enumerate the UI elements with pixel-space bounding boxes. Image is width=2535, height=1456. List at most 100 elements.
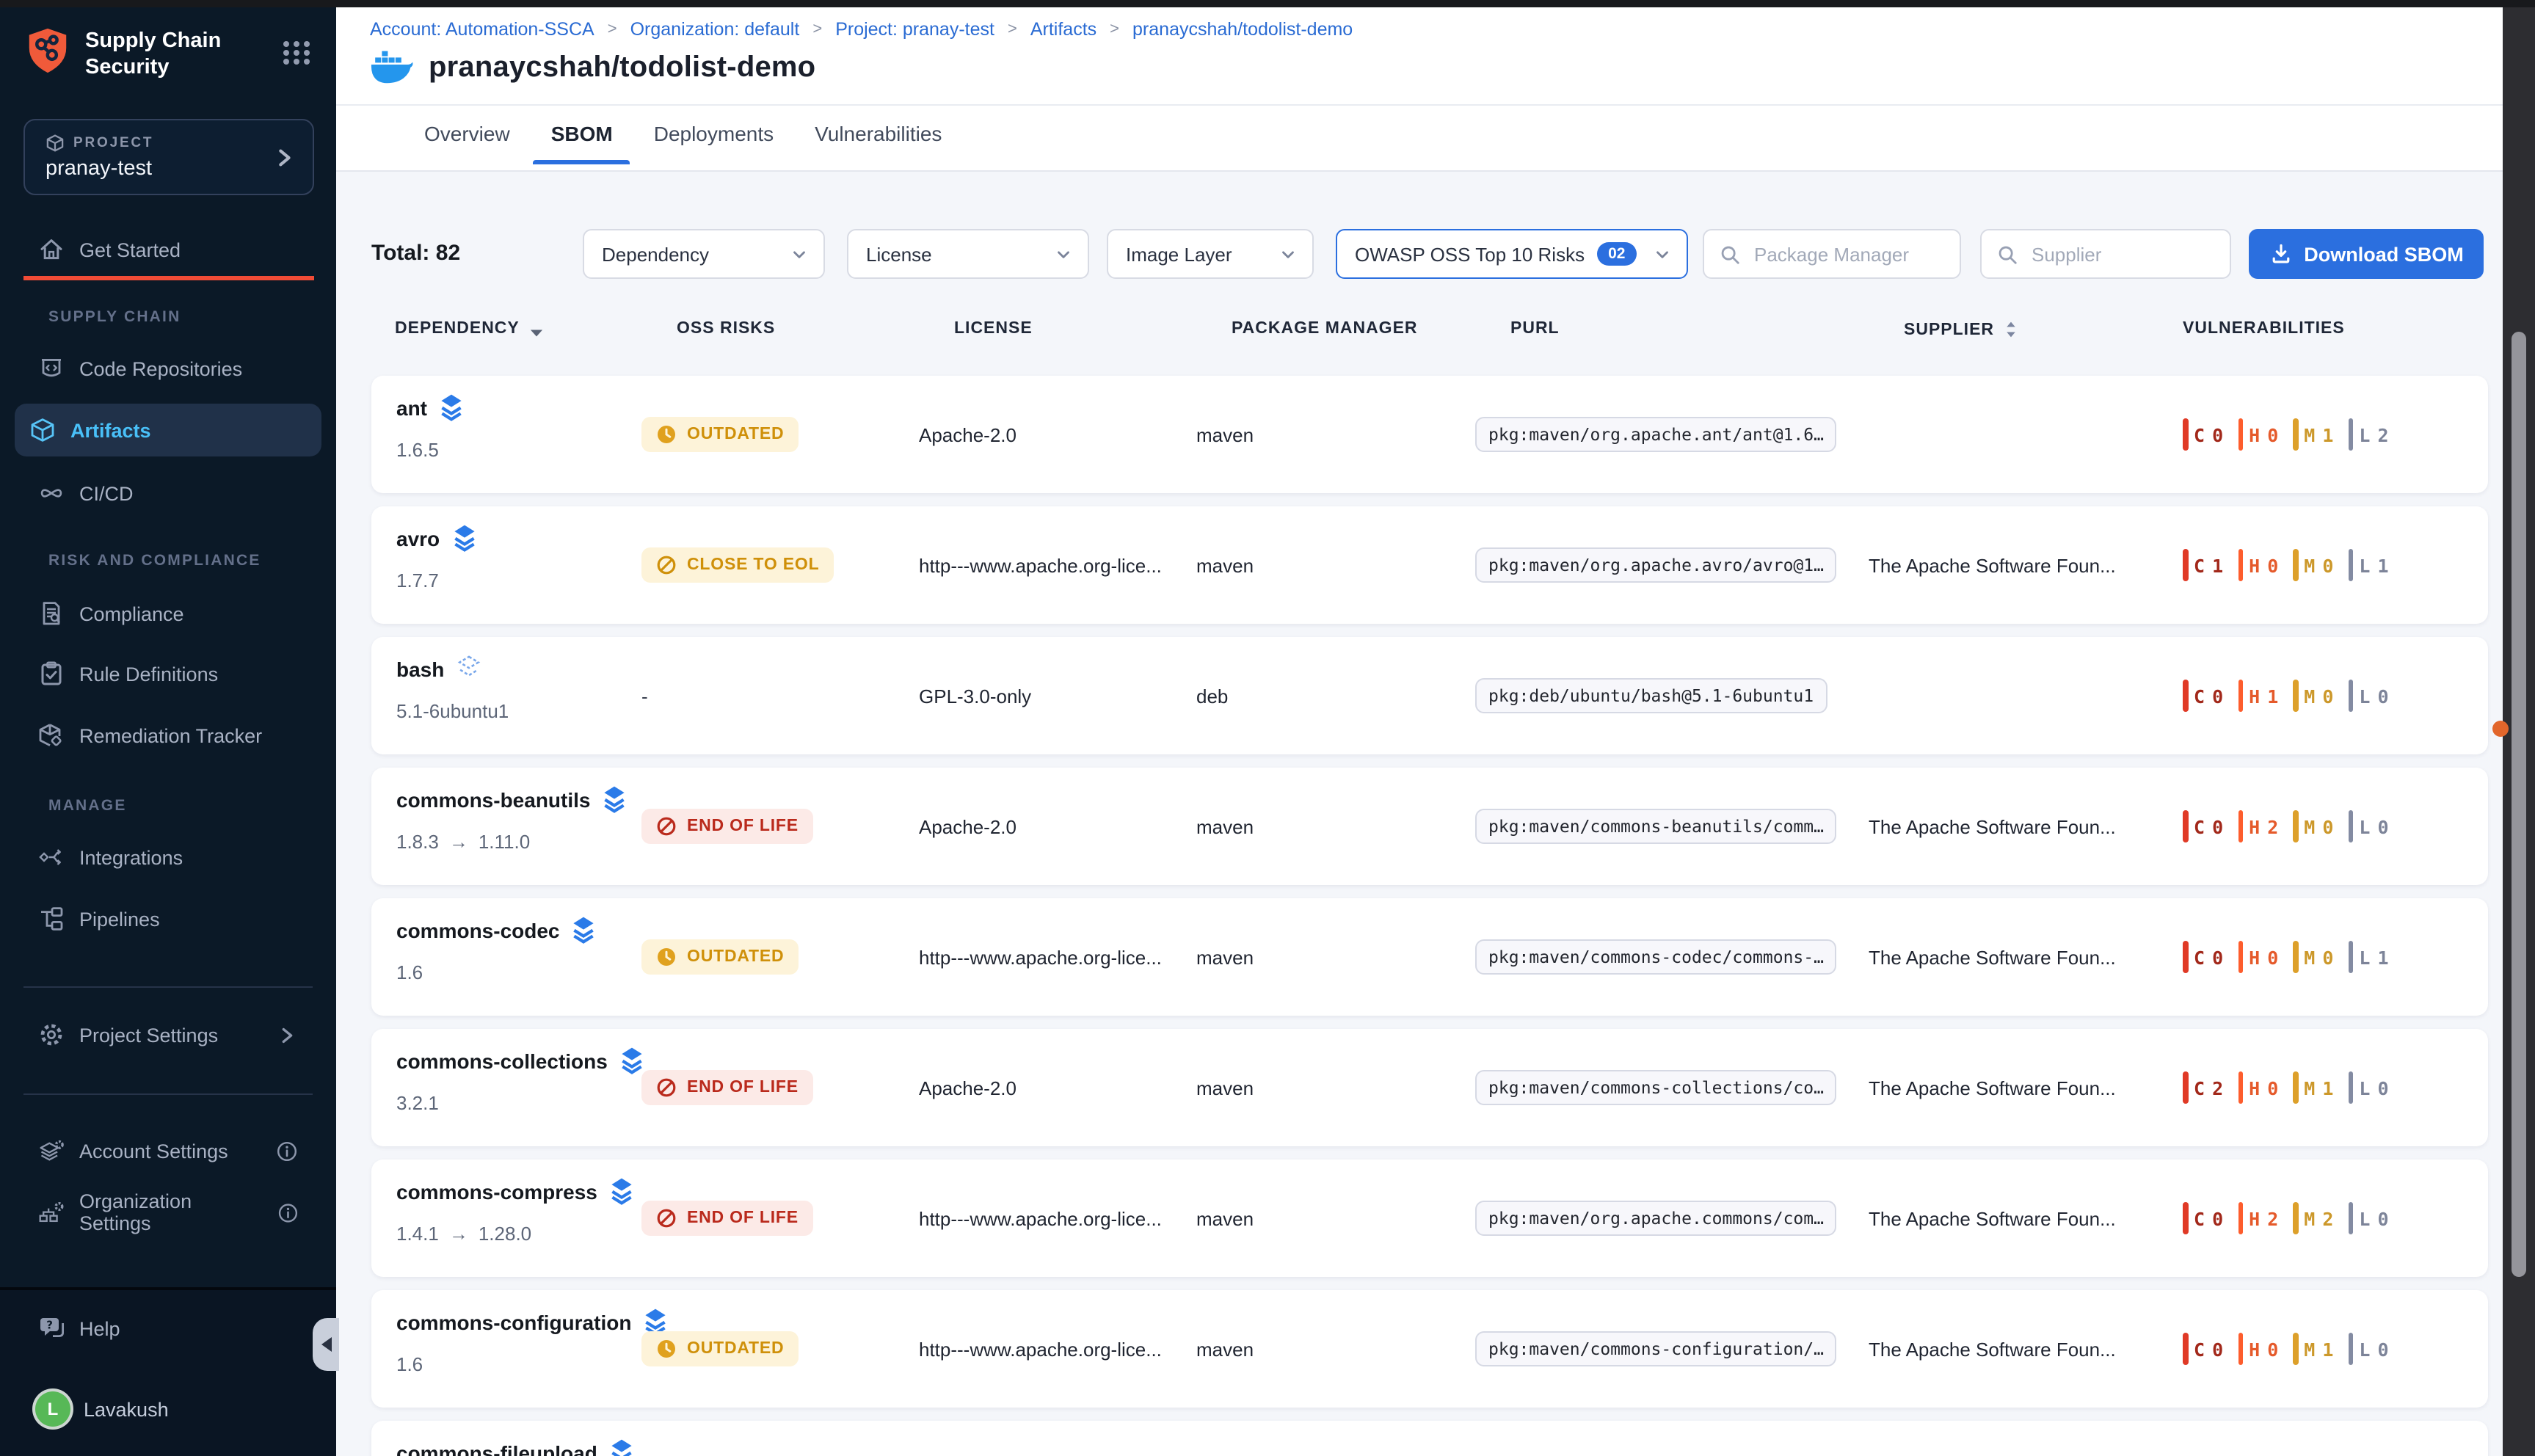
column-header-license[interactable]: LICENSE xyxy=(954,320,1033,338)
app-switcher-grid-icon[interactable] xyxy=(280,35,313,68)
column-header-package-manager[interactable]: PACKAGE MANAGER xyxy=(1232,320,1418,338)
sidebar-item-integrations[interactable]: Integrations xyxy=(23,831,316,884)
scrollbar-thumb[interactable] xyxy=(2512,332,2526,1277)
sidebar-item-pipelines[interactable]: Pipelines xyxy=(23,892,316,945)
vuln-L-count: L0 xyxy=(2348,1333,2388,1365)
filter-dropdown-owasp-oss-top-10-risks[interactable]: OWASP OSS Top 10 Risks02 xyxy=(1336,229,1688,279)
breadcrumb-link-4[interactable]: pranaycshah/todolist-demo xyxy=(1132,19,1353,40)
tab-overview[interactable]: Overview xyxy=(424,116,510,164)
layers-gear-icon xyxy=(38,1138,65,1164)
vuln-C-count: C0 xyxy=(2183,941,2223,973)
dependency-name[interactable]: commons-compress xyxy=(396,1177,634,1205)
dependency-name[interactable]: commons-fileupload xyxy=(396,1438,634,1456)
purl-value[interactable]: pkg:maven/org.apache.ant/ant@1.6… xyxy=(1475,417,1837,452)
version-from: 1.6.5 xyxy=(396,439,439,461)
filter-dropdown-image-layer[interactable]: Image Layer xyxy=(1107,229,1314,279)
column-header-dependency[interactable]: DEPENDENCY xyxy=(395,320,543,338)
table-row-commons-beanutils[interactable]: commons-beanutils1.8.3→1.11.0END OF LIFE… xyxy=(371,768,2488,885)
dependency-name[interactable]: commons-configuration xyxy=(396,1308,668,1336)
severity-letter: L xyxy=(2359,685,2370,707)
purl-value[interactable]: pkg:maven/commons-collections/co… xyxy=(1475,1070,1837,1105)
severity-number: 0 xyxy=(2377,1207,2388,1229)
tab-vulnerabilities[interactable]: Vulnerabilities xyxy=(815,116,942,164)
filter-count-badge: 02 xyxy=(1596,242,1637,266)
purl-value[interactable]: pkg:maven/commons-beanutils/comm… xyxy=(1475,809,1837,844)
severity-bar xyxy=(2293,1202,2298,1234)
sidebar-item-organization-settings[interactable]: Organization Settings xyxy=(23,1186,316,1239)
severity-letter: H xyxy=(2249,815,2260,837)
column-header-vulnerabilities[interactable]: VULNERABILITIES xyxy=(2183,320,2345,338)
purl-value[interactable]: pkg:maven/org.apache.commons/com… xyxy=(1475,1201,1837,1236)
breadcrumb-link-2[interactable]: Project: pranay-test xyxy=(835,19,994,40)
purl-cell: pkg:maven/org.apache.ant/ant@1.6… xyxy=(1475,376,1837,493)
license-cell: http---www.apache.org-lice... xyxy=(919,898,1162,1016)
download-sbom-button[interactable]: Download SBOM xyxy=(2249,229,2484,279)
filter-dropdown-dependency[interactable]: Dependency xyxy=(583,229,825,279)
sidebar-item-remediation-tracker[interactable]: Remediation Tracker xyxy=(23,709,316,762)
dependency-name[interactable]: commons-codec xyxy=(396,916,597,944)
breadcrumb-link-0[interactable]: Account: Automation-SSCA xyxy=(370,19,594,40)
severity-letter: C xyxy=(2194,815,2205,837)
vuln-M-count: M1 xyxy=(2293,418,2333,451)
purl-value[interactable]: pkg:deb/ubuntu/bash@5.1-6ubuntu1 xyxy=(1475,678,1827,713)
severity-letter: H xyxy=(2249,1077,2260,1099)
severity-letter: H xyxy=(2249,423,2260,445)
dependency-name[interactable]: commons-collections xyxy=(396,1046,644,1074)
sidebar-item-account-settings[interactable]: Account Settings xyxy=(23,1124,316,1177)
purl-value[interactable]: pkg:maven/commons-codec/commons-… xyxy=(1475,939,1837,975)
purl-cell: pkg:maven/commons-beanutils/comm… xyxy=(1475,768,1837,885)
supplier-input[interactable] xyxy=(2029,232,2224,276)
table-row-commons-compress[interactable]: commons-compress1.4.1→1.28.0END OF LIFEh… xyxy=(371,1160,2488,1277)
sidebar-item-help[interactable]: ? Help xyxy=(38,1302,120,1355)
sidebar-item-ci-cd[interactable]: CI/CD xyxy=(23,467,316,520)
table-row-bash[interactable]: bash5.1-6ubuntu1-GPL-3.0-onlydebpkg:deb/… xyxy=(371,637,2488,754)
table-row-commons-fileupload[interactable]: commons-fileuploadEND OF LIFEApache-2.0m… xyxy=(371,1421,2488,1456)
dependency-name[interactable]: ant xyxy=(396,393,464,421)
oss-risks-cell: END OF LIFE xyxy=(641,1421,813,1456)
table-row-commons-codec[interactable]: commons-codec1.6OUTDATEDhttp---www.apach… xyxy=(371,898,2488,1016)
sidebar-item-compliance[interactable]: Compliance xyxy=(23,587,316,640)
package-manager-input[interactable] xyxy=(1751,232,1954,276)
column-label: SUPPLIER xyxy=(1904,321,1994,338)
vuln-H-count: H2 xyxy=(2238,1202,2278,1234)
column-header-purl[interactable]: PURL xyxy=(1510,320,1560,338)
severity-number: 0 xyxy=(2267,946,2278,968)
dependency-name[interactable]: commons-beanutils xyxy=(396,785,628,813)
severity-number: 1 xyxy=(2322,1338,2333,1360)
svg-text:?: ? xyxy=(46,1319,53,1332)
dependency-name[interactable]: bash xyxy=(396,655,481,682)
oss-risks-cell: END OF LIFE xyxy=(641,1160,813,1277)
sidebar-item-rule-definitions[interactable]: Rule Definitions xyxy=(23,647,316,700)
filter-dropdown-license[interactable]: License xyxy=(847,229,1089,279)
tab-deployments[interactable]: Deployments xyxy=(654,116,774,164)
severity-letter: L xyxy=(2359,423,2370,445)
severity-bar xyxy=(2348,549,2353,581)
column-header-oss-risks[interactable]: OSS RISKS xyxy=(677,320,775,338)
tab-sbom[interactable]: SBOM xyxy=(551,116,613,164)
column-header-supplier[interactable]: SUPPLIER xyxy=(1904,320,2016,339)
table-row-avro[interactable]: avro1.7.7CLOSE TO EOLhttp---www.apache.o… xyxy=(371,506,2488,624)
dependency-name[interactable]: avro xyxy=(396,524,476,552)
table-row-commons-collections[interactable]: commons-collections3.2.1END OF LIFEApach… xyxy=(371,1029,2488,1146)
sidebar-item-artifacts[interactable]: Artifacts xyxy=(15,404,321,456)
vuln-M-count: M0 xyxy=(2293,549,2333,581)
table-row-commons-configuration[interactable]: commons-configuration1.6OUTDATEDhttp---w… xyxy=(371,1290,2488,1408)
package-manager-cell: maven xyxy=(1196,1421,1254,1456)
purl-value[interactable]: pkg:maven/commons-configuration/… xyxy=(1475,1331,1837,1366)
sidebar-item-project-settings[interactable]: Project Settings xyxy=(23,1008,316,1061)
user-menu[interactable]: L Lavakush xyxy=(35,1388,169,1430)
sidebar-item-code-repositories[interactable]: Code Repositories xyxy=(23,342,316,395)
purl-value[interactable]: pkg:maven/org.apache.avro/avro@1… xyxy=(1475,547,1837,583)
vulnerability-counts: C0H0M0L1 xyxy=(2183,941,2389,973)
sidebar-collapse-handle[interactable] xyxy=(313,1318,339,1371)
project-selector[interactable]: PROJECT pranay-test xyxy=(23,119,314,195)
table-row-ant[interactable]: ant1.6.5OUTDATEDApache-2.0mavenpkg:maven… xyxy=(371,376,2488,493)
severity-bar xyxy=(2238,1071,2243,1104)
breadcrumb-link-1[interactable]: Organization: default xyxy=(630,19,800,40)
sidebar-item-get-started[interactable]: Get Started xyxy=(23,223,316,276)
brand-accent-line xyxy=(23,276,314,280)
tab-bar: Overview SBOM Deployments Vulnerabilities xyxy=(424,116,942,164)
breadcrumb-link-3[interactable]: Artifacts xyxy=(1030,19,1096,40)
supplier-cell: The Apache Software Foun... xyxy=(1869,768,2116,885)
oss-risks-cell: CLOSE TO EOL xyxy=(641,506,834,624)
